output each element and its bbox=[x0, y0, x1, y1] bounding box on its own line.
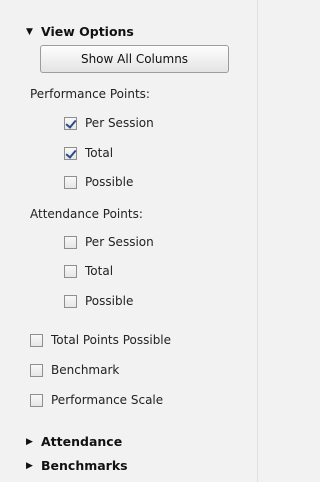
benchmark-checkbox[interactable] bbox=[30, 363, 43, 377]
performance-scale-label: Performance Scale bbox=[51, 393, 164, 407]
performance-total-label: Total bbox=[85, 146, 114, 160]
view-options-title: View Options bbox=[41, 24, 134, 39]
performance-scale-option[interactable]: Performance Scale bbox=[30, 393, 163, 407]
triangle-down-icon: ▼ bbox=[26, 26, 33, 37]
benchmarks-section-title: Benchmarks bbox=[41, 458, 128, 473]
attendance-section-title: Attendance bbox=[41, 434, 123, 449]
benchmark-label: Benchmark bbox=[51, 363, 120, 377]
performance-possible-checkbox[interactable] bbox=[64, 175, 77, 189]
attendance-per-session-checkbox[interactable] bbox=[64, 235, 77, 249]
benchmarks-section-header[interactable]: ▶ Benchmarks bbox=[26, 458, 128, 473]
total-points-possible-label: Total Points Possible bbox=[51, 333, 172, 347]
performance-possible-option[interactable]: Possible bbox=[64, 175, 133, 189]
show-all-columns-button[interactable]: Show All Columns bbox=[40, 45, 229, 73]
attendance-per-session-label: Per Session bbox=[85, 235, 154, 249]
attendance-possible-checkbox[interactable] bbox=[64, 294, 77, 308]
performance-scale-checkbox[interactable] bbox=[30, 393, 43, 407]
performance-points-label: Performance Points: bbox=[30, 87, 150, 101]
attendance-possible-label: Possible bbox=[85, 294, 134, 308]
options-panel: ▼ View Options Show All Columns Performa… bbox=[8, 0, 258, 482]
attendance-points-label: Attendance Points: bbox=[30, 207, 143, 221]
triangle-right-icon: ▶ bbox=[26, 460, 33, 471]
performance-per-session-label: Per Session bbox=[85, 116, 154, 130]
performance-total-checkbox[interactable] bbox=[64, 146, 77, 160]
attendance-per-session-option[interactable]: Per Session bbox=[64, 235, 154, 249]
performance-per-session-checkbox[interactable] bbox=[64, 116, 77, 130]
attendance-section-header[interactable]: ▶ Attendance bbox=[26, 434, 122, 449]
attendance-possible-option[interactable]: Possible bbox=[64, 294, 133, 308]
attendance-total-checkbox[interactable] bbox=[64, 264, 77, 278]
performance-total-option[interactable]: Total bbox=[64, 146, 113, 160]
performance-per-session-option[interactable]: Per Session bbox=[64, 116, 154, 130]
benchmark-option[interactable]: Benchmark bbox=[30, 363, 119, 377]
performance-possible-label: Possible bbox=[85, 175, 134, 189]
triangle-right-icon: ▶ bbox=[26, 436, 33, 447]
attendance-total-label: Total bbox=[85, 264, 114, 278]
attendance-total-option[interactable]: Total bbox=[64, 264, 113, 278]
total-points-possible-checkbox[interactable] bbox=[30, 333, 43, 347]
total-points-possible-option[interactable]: Total Points Possible bbox=[30, 333, 171, 347]
view-options-header[interactable]: ▼ View Options bbox=[26, 24, 134, 39]
